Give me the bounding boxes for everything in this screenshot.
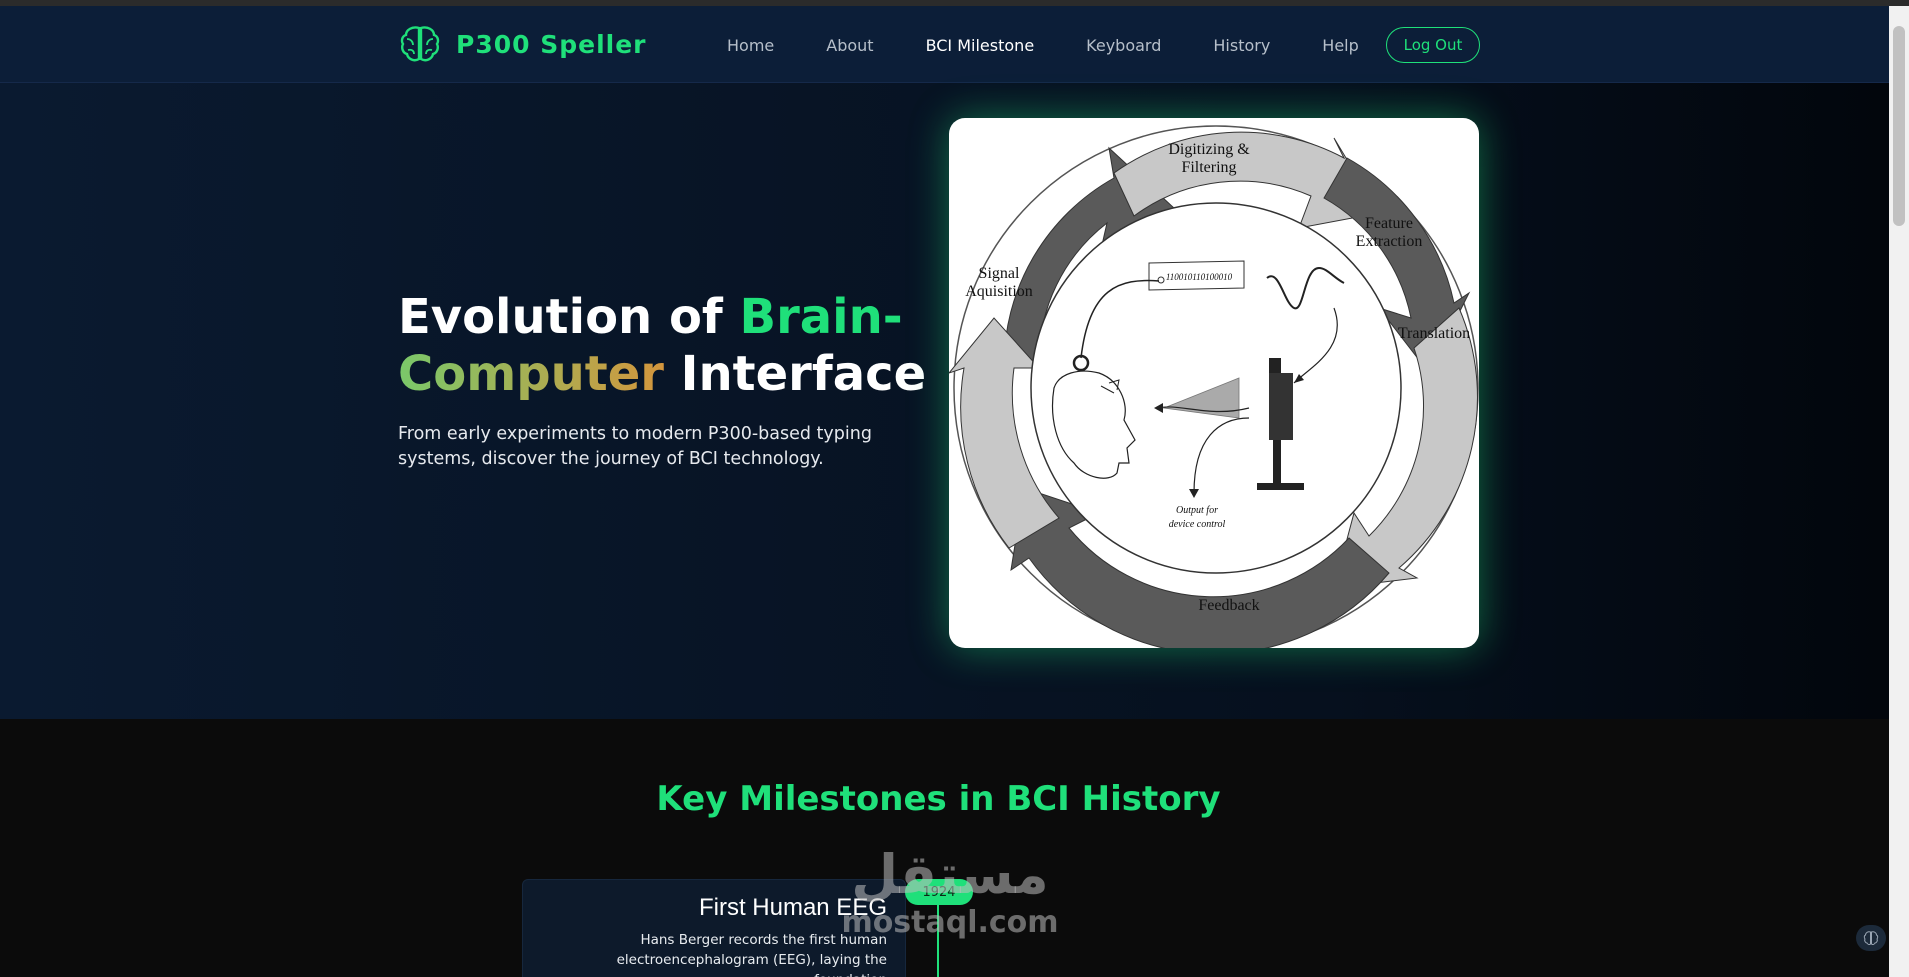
hero-title-highlight-brain: Brain- [739, 289, 903, 345]
label-feedback: Feedback [1198, 597, 1259, 614]
navbar: P300 Speller Home About BCI Milestone Ke… [0, 6, 1889, 83]
nav-home[interactable]: Home [727, 36, 774, 55]
watermark-arabic: مستقل [851, 843, 1049, 906]
logout-button[interactable]: Log Out [1386, 27, 1480, 63]
label-filtering: Filtering [1181, 159, 1236, 176]
hero-title-highlight-computer: Computer [398, 346, 664, 402]
bci-cycle-illustration: Digitizing & Filtering Feature Extractio… [949, 125, 1479, 648]
brain-icon [400, 26, 440, 62]
nav-bci-milestone[interactable]: BCI Milestone [926, 36, 1035, 55]
scrollbar-thumb[interactable] [1893, 26, 1905, 226]
nav-history[interactable]: History [1213, 36, 1270, 55]
brand-name: P300 Speller [456, 29, 647, 59]
main-nav: Home About BCI Milestone Keyboard Histor… [727, 36, 1359, 55]
label-binary: 110010110100010 [1166, 272, 1233, 282]
label-translation: Translation [1398, 325, 1470, 342]
nav-help[interactable]: Help [1322, 36, 1358, 55]
page-scrollbar[interactable] [1889, 6, 1909, 977]
hero-title-part1: Evolution of [398, 289, 740, 345]
milestones-title: Key Milestones in BCI History [656, 779, 1221, 819]
label-device-control: device control [1169, 519, 1226, 530]
label-extraction: Extraction [1356, 233, 1423, 250]
watermark: مستقل mostaql.com [820, 845, 1080, 955]
label-output: Output for [1176, 505, 1218, 516]
label-digitizing: Digitizing & [1168, 141, 1250, 158]
floating-brain-button[interactable] [1856, 925, 1886, 951]
brain-icon [1863, 931, 1879, 946]
nav-keyboard[interactable]: Keyboard [1086, 36, 1161, 55]
hero-title-part4: Interface [663, 346, 927, 402]
brand-logo[interactable]: P300 Speller [398, 24, 647, 64]
label-signal: Signal [979, 265, 1020, 282]
hero-subtitle: From early experiments to modern P300-ba… [398, 424, 872, 469]
label-aquisition: Aquisition [965, 283, 1033, 300]
bci-cycle-diagram: Digitizing & Filtering Feature Extractio… [949, 118, 1479, 648]
watermark-domain: mostaql.com [841, 905, 1059, 940]
label-feature: Feature [1365, 215, 1413, 232]
nav-about[interactable]: About [826, 36, 873, 55]
hero-section: Evolution of Brain- Computer Interface Fr… [0, 83, 1889, 719]
hero-title: Evolution of Brain- Computer Interface [398, 289, 958, 403]
